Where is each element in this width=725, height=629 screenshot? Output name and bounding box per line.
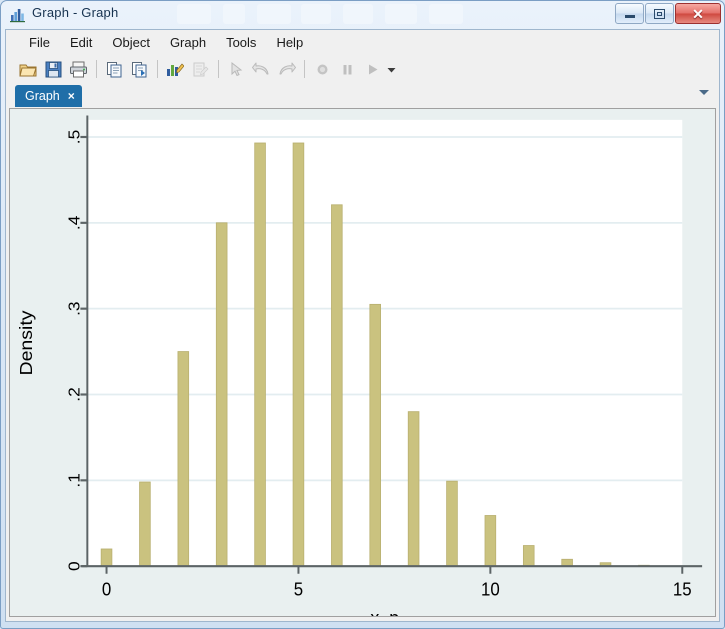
play-icon — [368, 64, 377, 74]
print-button[interactable] — [66, 58, 90, 80]
histogram-bar — [177, 351, 190, 567]
x-tick-label: 0 — [102, 579, 112, 600]
tab-graph[interactable]: Graph × — [15, 85, 82, 107]
plot-region — [87, 119, 683, 567]
histogram-bar — [100, 548, 113, 567]
title-bar: Graph - Graph ✕ — [1, 1, 725, 29]
ghost-thumb-6 — [385, 4, 417, 24]
toolbar-separator-1 — [96, 60, 97, 78]
histogram-bar — [139, 481, 151, 567]
graph-editor-button[interactable] — [163, 58, 187, 80]
play-button — [360, 58, 384, 80]
menu-item-file[interactable]: File — [19, 32, 60, 53]
redo-icon — [279, 62, 296, 74]
toolbar-separator-3 — [218, 60, 219, 78]
open-button[interactable] — [16, 58, 40, 80]
grid-edit-button — [188, 58, 212, 80]
menu-item-help[interactable]: Help — [266, 32, 313, 53]
tab-close-icon[interactable]: × — [68, 90, 75, 102]
undo-button — [249, 58, 273, 80]
window-controls: ✕ — [614, 3, 721, 25]
open-icon — [18, 64, 37, 76]
x-tick-label: 15 — [673, 579, 692, 600]
y-tick-label: 0 — [65, 561, 83, 571]
x-tick-label: 10 — [481, 579, 500, 600]
ghost-thumb-1 — [177, 4, 211, 24]
undo-icon — [251, 62, 268, 74]
y-tick-label: .2 — [65, 387, 83, 401]
ghost-thumb-4 — [301, 4, 331, 24]
ghost-thumb-7 — [429, 4, 463, 24]
x-axis-title: x_p — [370, 607, 399, 616]
ghost-thumb-3 — [257, 4, 291, 24]
maximize-button[interactable] — [645, 3, 674, 24]
close-icon: ✕ — [692, 5, 704, 22]
ghost-thumb-5 — [343, 4, 373, 24]
chevron-down-icon[interactable] — [699, 90, 709, 95]
y-tick-label: .3 — [65, 301, 83, 315]
menu-item-tools[interactable]: Tools — [216, 32, 266, 53]
toolbar-separator-4 — [304, 60, 305, 78]
tab-strip: Graph × — [6, 83, 719, 107]
histogram-chart[interactable]: 0 .1 .2 .3 .4 .5 0 5 10 15 Density x_p — [10, 109, 715, 616]
maximize-icon — [654, 8, 665, 19]
histogram-bar — [446, 480, 458, 567]
copy-icon — [106, 61, 121, 77]
tab-graph-label: Graph — [25, 89, 60, 103]
close-button[interactable]: ✕ — [675, 3, 721, 24]
record-button — [310, 58, 334, 80]
histogram-bar — [331, 204, 343, 567]
y-tick-label: .4 — [65, 216, 83, 230]
histogram-bar — [484, 515, 497, 567]
histogram-bar — [522, 545, 535, 567]
bar-chart-icon — [10, 7, 26, 23]
pause-button — [335, 58, 359, 80]
pause-icon — [343, 64, 351, 74]
paste-icon — [131, 61, 146, 77]
grid-edit-icon — [193, 62, 208, 76]
menu-item-graph[interactable]: Graph — [160, 32, 216, 53]
pointer-icon — [231, 61, 242, 76]
redo-button — [274, 58, 298, 80]
graph-region[interactable]: 0 .1 .2 .3 .4 .5 0 5 10 15 Density x_p — [9, 108, 716, 617]
graph-editor-icon — [167, 62, 184, 76]
histogram-bar — [292, 142, 305, 567]
save-icon — [45, 61, 61, 77]
copy-button[interactable] — [102, 58, 126, 80]
pointer-button — [224, 58, 248, 80]
client-area: File Edit Object Graph Tools Help Graph … — [5, 29, 720, 622]
minimize-button[interactable] — [615, 3, 644, 24]
histogram-bar — [407, 411, 420, 567]
menu-bar: File Edit Object Graph Tools Help — [6, 30, 719, 55]
window-title: Graph - Graph — [32, 5, 119, 20]
ghost-thumb-2 — [223, 4, 245, 24]
toolbar — [6, 55, 719, 83]
graph-canvas-area: 0 .1 .2 .3 .4 .5 0 5 10 15 Density x_p — [6, 107, 719, 621]
histogram-bar — [254, 142, 266, 567]
play-dropdown-button[interactable] — [385, 58, 398, 80]
y-tick-label: .1 — [65, 473, 83, 487]
histogram-bar — [369, 303, 381, 567]
print-icon — [69, 61, 87, 77]
record-icon — [317, 64, 327, 74]
menu-item-edit[interactable]: Edit — [60, 32, 102, 53]
histogram-bar — [215, 222, 228, 567]
y-axis-title: Density — [16, 310, 36, 376]
x-tick-label: 5 — [294, 579, 304, 600]
toolbar-separator-2 — [157, 60, 158, 78]
play-dropdown-icon — [387, 67, 396, 72]
paste-button[interactable] — [127, 58, 151, 80]
y-tick-label: .5 — [65, 130, 83, 144]
graph-window: Graph - Graph ✕ File Edit Object Graph T… — [0, 0, 725, 629]
menu-item-object[interactable]: Object — [102, 32, 160, 53]
save-button[interactable] — [41, 58, 65, 80]
minimize-icon — [624, 15, 635, 18]
